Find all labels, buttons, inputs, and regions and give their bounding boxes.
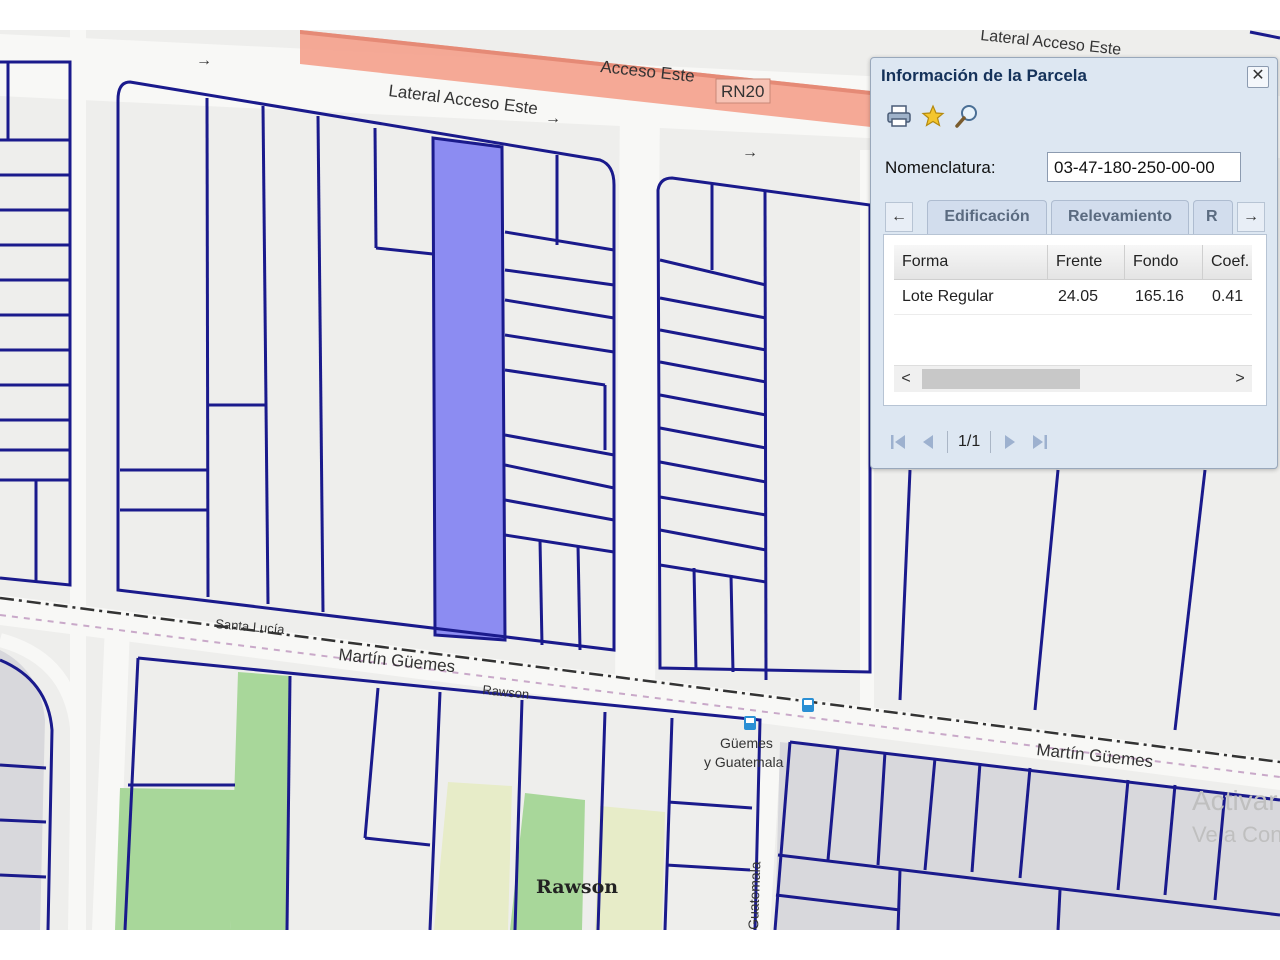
- label-guatemala: Guatemala: [745, 861, 763, 930]
- pager: 1/1: [883, 424, 1265, 460]
- scroll-right-button[interactable]: >: [1228, 366, 1252, 392]
- watermark-line2: Ve a Con: [1192, 822, 1280, 847]
- cell-frente: 24.05: [1058, 288, 1099, 305]
- tab-edificacion[interactable]: Edificación: [927, 200, 1047, 234]
- tab-content: Forma Frente Fondo Coef. Lote Regular 24…: [883, 234, 1267, 406]
- parcel-block-center: [116, 80, 616, 652]
- svg-text:→: →: [545, 110, 561, 127]
- nomenclatura-field[interactable]: 03-47-180-250-00-00: [1047, 152, 1241, 182]
- scroll-thumb[interactable]: [922, 369, 1080, 389]
- selected-parcel: [431, 136, 507, 642]
- tab-truncated[interactable]: R: [1193, 200, 1233, 234]
- table-row[interactable]: Lote Regular 24.05 165.16 0.41: [894, 280, 1252, 315]
- panel-toolbar: [885, 102, 981, 132]
- tab-scroll-right-button[interactable]: →: [1237, 202, 1265, 232]
- magnifier-icon[interactable]: [953, 102, 981, 130]
- label-lateral-top-right: Lateral Acceso Este: [980, 30, 1123, 59]
- tab-relevamiento[interactable]: Relevamiento: [1051, 200, 1189, 234]
- pager-separator: [990, 431, 992, 453]
- column-header-coef[interactable]: Coef.: [1203, 245, 1252, 279]
- horizontal-scrollbar[interactable]: < >: [894, 365, 1252, 392]
- print-icon[interactable]: [885, 102, 913, 130]
- cell-fondo: 165.16: [1135, 288, 1184, 305]
- nomenclatura-label: Nomenclatura:: [885, 158, 996, 177]
- page-indicator: 1/1: [958, 433, 981, 450]
- tab-bar: ← Edificación Relevamiento R →: [885, 200, 1265, 234]
- svg-text:→: →: [742, 144, 758, 161]
- bus-stop-label-line1: Güemes: [720, 735, 773, 751]
- label-route-badge: RN20: [721, 82, 764, 101]
- grid-header: Forma Frente Fondo Coef.: [894, 245, 1252, 280]
- cell-coef: 0.41: [1212, 288, 1244, 305]
- panel-title: Información de la Parcela: [881, 66, 1087, 85]
- bus-stop-label-line2: y Guatemala: [704, 754, 784, 770]
- star-icon[interactable]: [919, 102, 947, 130]
- last-page-icon[interactable]: [1025, 427, 1055, 457]
- parcel-block-left: [0, 60, 72, 587]
- next-page-icon[interactable]: [995, 427, 1025, 457]
- tab-scroll-left-button[interactable]: ←: [885, 202, 913, 232]
- cell-forma: Lote Regular: [902, 288, 994, 305]
- first-page-icon[interactable]: [883, 427, 913, 457]
- column-header-frente[interactable]: Frente: [1048, 245, 1125, 279]
- svg-text:→: →: [196, 52, 212, 69]
- label-district-rawson: Rawson: [536, 876, 618, 898]
- prev-page-icon[interactable]: [913, 427, 943, 457]
- close-button[interactable]: ✕: [1247, 66, 1269, 88]
- scroll-left-button[interactable]: <: [894, 366, 918, 392]
- parcel-info-panel: Información de la Parcela ✕ Nomenclatura…: [870, 57, 1278, 469]
- parcel-grid: Forma Frente Fondo Coef. Lote Regular 24…: [894, 245, 1252, 395]
- column-header-forma[interactable]: Forma: [894, 245, 1048, 279]
- watermark-line1: Activar: [1192, 785, 1278, 816]
- pager-separator: [947, 431, 948, 453]
- column-header-fondo[interactable]: Fondo: [1125, 245, 1203, 279]
